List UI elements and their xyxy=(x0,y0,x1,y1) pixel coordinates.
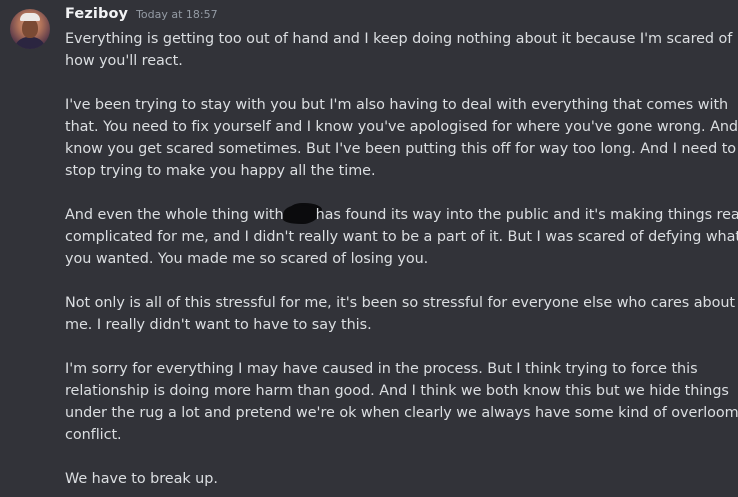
message-paragraph: And even the whole thing with has found i… xyxy=(65,204,738,270)
message-line: how you'll react. xyxy=(65,53,183,69)
message-paragraph: I've been trying to stay with you but I'… xyxy=(65,94,738,182)
message-line: We have to break up. xyxy=(65,471,218,487)
message-paragraph: We have to break up. xyxy=(65,468,730,490)
message-line: complicated for me, and I didn't really … xyxy=(65,229,738,245)
user-avatar[interactable] xyxy=(10,9,50,49)
message-header: Feziboy Today at 18:57 xyxy=(65,6,218,28)
message-line: know you get scared sometimes. But I've … xyxy=(65,141,737,157)
message-line: I've been trying to stay with you but I'… xyxy=(65,97,729,113)
message-line: that. You need to fix yourself and I kno… xyxy=(65,119,738,135)
message-text: has found its way into the public and it… xyxy=(315,207,738,223)
message-line: And even the whole thing with has found i… xyxy=(65,204,738,226)
username[interactable]: Feziboy xyxy=(65,6,128,22)
message-line: I'm sorry for everything I may have caus… xyxy=(65,361,698,377)
message-line: conflict. xyxy=(65,427,122,443)
avatar-shirt xyxy=(14,37,46,49)
message-line: Everything is getting too out of hand an… xyxy=(65,31,733,47)
message-content: Everything is getting too out of hand an… xyxy=(65,28,738,497)
message-text: And even the whole thing with xyxy=(65,207,284,223)
avatar-face xyxy=(22,18,38,38)
message-line: you wanted. You made me so scared of los… xyxy=(65,251,429,267)
message-paragraph: Everything is getting too out of hand an… xyxy=(65,28,733,72)
chat-message-area: Feziboy Today at 18:57 Everything is get… xyxy=(0,0,738,497)
message-line: Not only is all of this stressful for me… xyxy=(65,295,735,311)
message-paragraph: I'm sorry for everything I may have caus… xyxy=(65,358,738,446)
message-line: relationship is doing more harm than goo… xyxy=(65,383,729,399)
message-line: me. I really didn't want to have to say … xyxy=(65,317,372,333)
message-paragraph: Not only is all of this stressful for me… xyxy=(65,292,735,336)
message-line: stop trying to make you happy all the ti… xyxy=(65,163,376,179)
avatar-hat xyxy=(20,13,40,21)
redaction-scribble xyxy=(282,205,319,223)
message-line: under the rug a lot and pretend we're ok… xyxy=(65,405,738,421)
message-timestamp[interactable]: Today at 18:57 xyxy=(136,8,218,21)
